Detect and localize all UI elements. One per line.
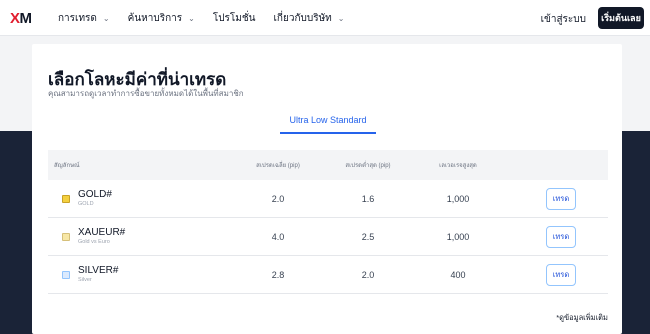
instrument-cell: GOLD# GOLD bbox=[48, 189, 238, 208]
trade-button[interactable]: เทรด bbox=[546, 225, 576, 248]
instrument-cell: SILVER# Silver bbox=[48, 265, 238, 284]
max-leverage: 1,000 bbox=[446, 193, 470, 204]
max-leverage: 400 bbox=[450, 269, 466, 280]
silver-icon bbox=[62, 270, 70, 279]
more-info-link[interactable]: *ดูข้อมูลเพิ่มเติม bbox=[556, 312, 608, 324]
chevron-down-icon: ⌄ bbox=[102, 13, 110, 23]
get-started-button[interactable]: เริ่มต้นเลย bbox=[598, 7, 644, 29]
menu-item-promotions[interactable]: โปรโมชั่น bbox=[213, 11, 256, 26]
gold-icon bbox=[62, 194, 70, 203]
table-row: XAUEUR# Gold vs Euro 4.0 2.5 1,000 เทรด bbox=[48, 218, 608, 256]
instrument-cell: XAUEUR# Gold vs Euro bbox=[48, 227, 238, 246]
avg-spread: 4.0 bbox=[271, 231, 285, 242]
avg-spread: 2.0 bbox=[271, 193, 285, 204]
header-symbol: สัญลักษณ์ bbox=[54, 163, 80, 169]
top-nav: X M การเทรด ⌄ ค้นหาบริการ ⌄ โปรโมชั่น เก… bbox=[0, 0, 650, 36]
header-avg-spread: สเปรดเฉลี่ย (pip) bbox=[256, 163, 300, 169]
logo-x: X bbox=[10, 9, 20, 27]
chevron-down-icon: ⌄ bbox=[188, 13, 195, 23]
max-leverage: 1,000 bbox=[446, 231, 470, 242]
avg-spread: 2.8 bbox=[271, 269, 285, 280]
table-header: สัญลักษณ์ สเปรดเฉลี่ย (pip) สเปรดต่ำสุด … bbox=[48, 150, 608, 180]
min-spread: 1.6 bbox=[361, 193, 375, 204]
login-link[interactable]: เข้าสู่ระบบ bbox=[541, 12, 586, 27]
page-subtitle: คุณสามารถดูเวลาทำการซื้อขายทั้งหมดได้ในพ… bbox=[48, 89, 244, 98]
instrument-desc: GOLD bbox=[78, 201, 94, 207]
trade-button[interactable]: เทรด bbox=[546, 263, 576, 286]
header-min-spread: สเปรดต่ำสุด (pip) bbox=[345, 163, 391, 169]
xaueur-icon bbox=[62, 232, 70, 241]
min-spread: 2.5 bbox=[361, 231, 375, 242]
min-spread: 2.0 bbox=[361, 269, 375, 280]
instrument-symbol: SILVER# bbox=[78, 265, 119, 276]
instrument-desc: Gold vs Euro bbox=[78, 239, 110, 245]
tab-ultra-low-standard[interactable]: Ultra Low Standard bbox=[280, 112, 376, 134]
menu-label: โปรโมชั่น bbox=[212, 12, 256, 24]
table-row: GOLD# GOLD 2.0 1.6 1,000 เทรด bbox=[48, 180, 608, 218]
xm-logo[interactable]: X M bbox=[10, 9, 33, 27]
instrument-symbol: XAUEUR# bbox=[78, 227, 126, 238]
menu-label: ค้นหาบริการ bbox=[127, 12, 183, 24]
instruments-table: สัญลักษณ์ สเปรดเฉลี่ย (pip) สเปรดต่ำสุด … bbox=[48, 150, 608, 294]
main-menu: การเทรด ⌄ ค้นหาบริการ ⌄ โปรโมชั่น เกี่ยว… bbox=[58, 0, 362, 36]
instrument-desc: Silver bbox=[78, 277, 92, 283]
chevron-down-icon: ⌄ bbox=[337, 13, 345, 23]
instrument-symbol: GOLD# bbox=[78, 189, 112, 200]
table-row: SILVER# Silver 2.8 2.0 400 เทรด bbox=[48, 256, 608, 294]
instruments-card: เลือกโลหะมีค่าที่น่าเทรด คุณสามารถดูเวลา… bbox=[32, 44, 622, 334]
trade-button[interactable]: เทรด bbox=[546, 187, 576, 210]
menu-item-trading[interactable]: การเทรด ⌄ bbox=[58, 11, 110, 26]
menu-label: เกี่ยวกับบริษัท bbox=[273, 12, 332, 24]
menu-label: การเทรด bbox=[58, 12, 97, 24]
menu-item-services[interactable]: ค้นหาบริการ ⌄ bbox=[128, 11, 195, 26]
header-max-leverage: เลเวอเรจสูงสุด bbox=[439, 163, 477, 169]
menu-item-about[interactable]: เกี่ยวกับบริษัท ⌄ bbox=[274, 11, 345, 26]
logo-m: M bbox=[19, 9, 33, 27]
